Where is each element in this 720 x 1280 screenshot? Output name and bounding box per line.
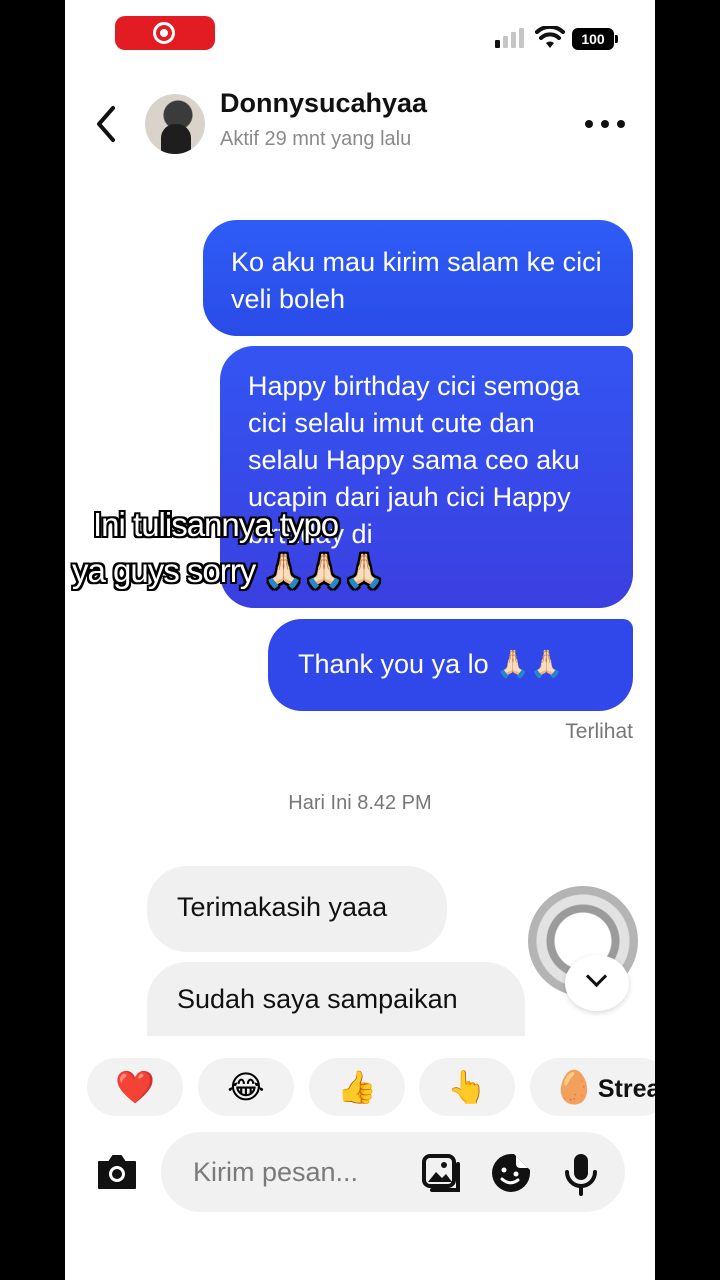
quick-reaction-heart[interactable]: ❤️: [87, 1058, 183, 1116]
outgoing-message[interactable]: Thank you ya lo 🙏🏻🙏🏻: [268, 619, 633, 711]
quick-reaction-thumbs-up[interactable]: 👍: [309, 1058, 405, 1116]
message-composer[interactable]: [161, 1132, 625, 1212]
contact-name[interactable]: Donnysucahyaa: [220, 88, 427, 119]
heart-icon: ❤️: [115, 1068, 155, 1106]
back-arrow-icon[interactable]: [89, 104, 123, 144]
wifi-icon: [535, 26, 565, 48]
egg-icon: 🥚: [554, 1068, 594, 1106]
screen-record-indicator[interactable]: [115, 16, 215, 50]
quick-reaction-laugh[interactable]: 😂: [198, 1058, 294, 1116]
quick-reaction-streak[interactable]: 🥚 Strea: [530, 1058, 655, 1116]
message-input[interactable]: [193, 1150, 403, 1194]
gallery-icon[interactable]: [420, 1152, 462, 1194]
sticker-icon[interactable]: [490, 1152, 532, 1194]
outgoing-message[interactable]: Ko aku mau kirim salam ke cici veli bole…: [203, 220, 633, 336]
point-up-icon: 👆: [447, 1068, 487, 1106]
overlay-caption-line-2: ya guys sorry 🙏🏻🙏🏻🙏🏻: [72, 552, 385, 589]
date-separator: Hari Ini 8.42 PM: [288, 792, 432, 814]
overlay-caption-line-1: Ini tulisannya typo: [93, 506, 339, 543]
microphone-icon[interactable]: [561, 1152, 601, 1196]
camera-icon[interactable]: [95, 1152, 139, 1192]
signal-icon: [495, 28, 525, 48]
avatar[interactable]: [145, 94, 205, 154]
chat-screen: 100 Donnysucahyaa Aktif 29 mnt yang lalu…: [65, 0, 655, 1280]
laugh-emoji-icon: 😂: [227, 1068, 265, 1106]
seen-status: Terlihat: [565, 720, 633, 743]
streak-label: Strea: [597, 1075, 655, 1103]
active-status: Aktif 29 mnt yang lalu: [220, 128, 412, 150]
thumbs-up-icon: 👍: [337, 1068, 377, 1106]
record-icon: [153, 22, 175, 44]
incoming-message[interactable]: Terimakasih yaaa: [147, 866, 447, 952]
more-options-icon[interactable]: [583, 112, 627, 136]
battery-indicator: 100: [572, 28, 618, 50]
quick-reaction-point-up[interactable]: 👆: [419, 1058, 515, 1116]
scroll-down-button[interactable]: [565, 955, 629, 1011]
